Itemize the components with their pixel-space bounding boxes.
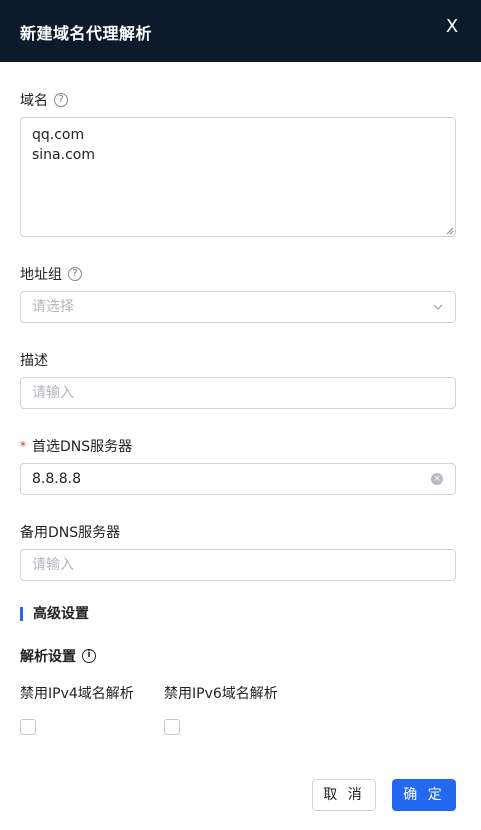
address-group-label: 地址组 [20,267,62,283]
secondary-dns-input[interactable]: 请输入 [20,549,456,581]
domain-label-row: 域名 ? [20,90,68,110]
primary-dns-value: 8.8.8.8 [32,471,81,487]
address-group-label-row: 地址组 ? [20,264,82,284]
dialog: 新建域名代理解析 X 域名 ? qq.com sina.com 地址组 ? 请选… [0,0,481,830]
secondary-dns-label-row: 备用DNS服务器 [20,522,120,542]
disable-ipv6-checkbox[interactable] [164,719,180,735]
required-mark: * [20,439,26,453]
description-placeholder: 请输入 [32,385,74,401]
primary-dns-label-row: * 首选DNS服务器 [20,436,132,456]
disable-ipv4-checkbox[interactable] [20,719,36,735]
domain-textarea[interactable]: qq.com sina.com [20,117,456,237]
resolve-settings-label: 解析设置 [20,649,76,665]
domain-label: 域名 [20,93,48,109]
confirm-button[interactable]: 确 定 [392,779,456,811]
address-group-placeholder: 请选择 [32,299,74,315]
description-input[interactable]: 请输入 [20,377,456,409]
domain-help-icon[interactable]: ? [54,93,68,107]
resolve-settings-row: 解析设置 i [20,646,96,666]
close-icon[interactable]: X [441,16,463,38]
advanced-section-title: 高级设置 [20,607,89,621]
cancel-button[interactable]: 取 消 [312,779,376,811]
resize-grip-icon[interactable] [446,227,454,235]
secondary-dns-label: 备用DNS服务器 [20,525,121,541]
address-group-select[interactable]: 请选择 [20,291,456,323]
primary-dns-label: 首选DNS服务器 [32,439,133,455]
secondary-dns-placeholder: 请输入 [32,557,74,573]
dialog-title: 新建域名代理解析 [20,24,153,43]
disable-ipv6-label: 禁用IPv6域名解析 [164,686,278,702]
clear-icon[interactable]: × [431,473,443,485]
chevron-down-icon [433,304,443,310]
description-label-row: 描述 [20,350,48,370]
description-label: 描述 [20,353,48,369]
info-icon[interactable]: i [82,649,96,663]
disable-ipv4-label: 禁用IPv4域名解析 [20,686,134,702]
dialog-header: 新建域名代理解析 X [0,0,481,62]
address-group-help-icon[interactable]: ? [68,267,82,281]
primary-dns-input[interactable]: 8.8.8.8 × [20,463,456,495]
